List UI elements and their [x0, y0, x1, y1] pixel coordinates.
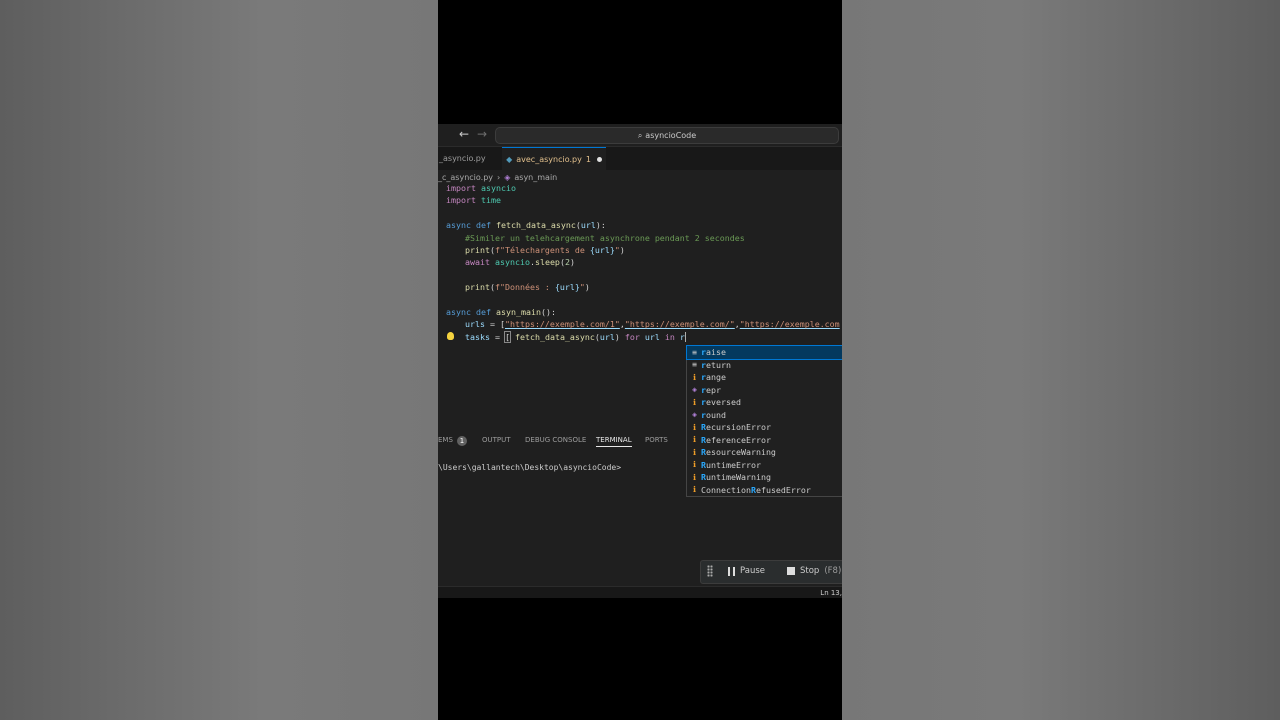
suggestion-item[interactable]: ≡ r aise	[686, 345, 842, 360]
problems-count-badge: 1	[457, 436, 467, 446]
suggestion-item[interactable]: ◈ r epr	[687, 384, 842, 397]
stop-button[interactable]: Stop (F8)	[787, 566, 841, 576]
title-bar: ← → ⌕ asyncioCode	[438, 124, 842, 147]
autocomplete-widget: ≡ r aise ≡ r eturn ℹ r ange ◈ r epr ℹ r evers…	[686, 345, 842, 497]
tab-problems[interactable]: EMS	[438, 436, 453, 444]
chevron-right-icon: ›	[497, 172, 501, 182]
video-frame: ← → ⌕ asyncioCode _asyncio.py ◆ avec_asy…	[438, 0, 842, 720]
tab-terminal[interactable]: TERMINAL	[596, 436, 632, 447]
python-file-icon: ◆	[506, 155, 513, 164]
right-blur-background	[842, 0, 1280, 720]
function-icon: ◈	[692, 410, 697, 420]
function-symbol-icon: ◈	[504, 172, 511, 182]
code-line-7: await asyncio.sleep(2)	[465, 257, 575, 268]
code-line-5: #Similer un telehcargement asynchrone pe…	[465, 232, 745, 243]
class-icon: ℹ	[692, 485, 697, 495]
tab-label: _asyncio.py	[439, 154, 486, 163]
pause-button[interactable]: Pause	[728, 566, 765, 576]
suggestion-item[interactable]: ℹ RuntimeError	[687, 459, 842, 472]
suggestion-item[interactable]: ◈ r ound	[687, 409, 842, 422]
code-line-6: print(f"Télechargents de {url}")	[465, 245, 625, 255]
function-icon: ◈	[692, 385, 697, 395]
suggestion-item[interactable]: ℹ Connection RefusedError	[687, 484, 842, 497]
panel-tab-bar: EMS 1 OUTPUT DEBUG CONSOLE TERMINAL PORT…	[438, 432, 842, 450]
code-line-11: async def asyn_main():	[446, 307, 556, 317]
class-icon: ℹ	[692, 460, 697, 470]
status-bar: Ln 13,	[438, 586, 842, 598]
unsaved-dot-icon[interactable]	[596, 157, 602, 162]
suggestion-item[interactable]: ≡ r eturn	[687, 359, 842, 372]
class-icon: ℹ	[692, 472, 697, 482]
tab-output[interactable]: OUTPUT	[482, 436, 511, 444]
keyword-icon: ≡	[692, 347, 697, 357]
suggestion-item[interactable]: ℹ r eversed	[687, 396, 842, 409]
terminal-prompt[interactable]: \Users\gallantech\Desktop\asyncioCode>	[438, 463, 621, 472]
editor-tab-bar: _asyncio.py ◆ avec_asyncio.py 1	[438, 147, 842, 171]
command-center-search[interactable]: ⌕ asyncioCode	[495, 127, 839, 144]
tab-asyncio-py[interactable]: _asyncio.py	[438, 147, 501, 170]
text-cursor	[684, 332, 686, 343]
tab-debug-console[interactable]: DEBUG CONSOLE	[525, 436, 586, 444]
tab-problem-count: 1	[585, 155, 591, 164]
left-blur-background	[0, 0, 438, 720]
code-line-1: import asyncio	[446, 183, 516, 193]
lightbulb-icon[interactable]	[447, 332, 454, 340]
stop-icon	[787, 567, 795, 575]
keyword-icon: ≡	[692, 360, 697, 370]
code-line-13: tasks = [ fetch_data_async(url) for url …	[465, 330, 686, 343]
forward-arrow-icon[interactable]: →	[477, 127, 487, 141]
tab-avec-asyncio-py[interactable]: ◆ avec_asyncio.py 1	[502, 147, 606, 171]
suggestion-item[interactable]: ℹ r ange	[687, 371, 842, 384]
tab-label: avec_asyncio.py	[516, 155, 582, 164]
cursor-position[interactable]: Ln 13,	[820, 589, 842, 597]
vscode-window: ← → ⌕ asyncioCode _asyncio.py ◆ avec_asy…	[438, 124, 842, 598]
class-icon: ℹ	[692, 372, 697, 382]
code-line-2: import time	[446, 195, 501, 206]
code-line-9: print(f"Données : {url}")	[465, 282, 590, 293]
debug-toolbar: Pause Stop (F8)	[700, 560, 842, 584]
drag-grip-icon[interactable]	[707, 565, 713, 577]
class-icon: ℹ	[692, 422, 697, 432]
class-icon: ℹ	[692, 397, 697, 407]
breadcrumb-symbol[interactable]: asyn_main	[514, 173, 557, 182]
code-line-4: async def fetch_data_async(url):	[446, 220, 606, 231]
search-icon: ⌕	[637, 130, 643, 140]
breadcrumb-file[interactable]: _c_asyncio.py	[438, 173, 493, 182]
back-arrow-icon[interactable]: ←	[459, 127, 469, 141]
tab-ports[interactable]: PORTS	[645, 436, 668, 444]
suggestion-item[interactable]: ℹ RuntimeWarning	[687, 471, 842, 484]
code-line-12: urls = ["https://exemple.com/1","https:/…	[465, 319, 840, 330]
pause-icon	[728, 566, 735, 576]
search-label: asyncioCode	[645, 131, 697, 140]
